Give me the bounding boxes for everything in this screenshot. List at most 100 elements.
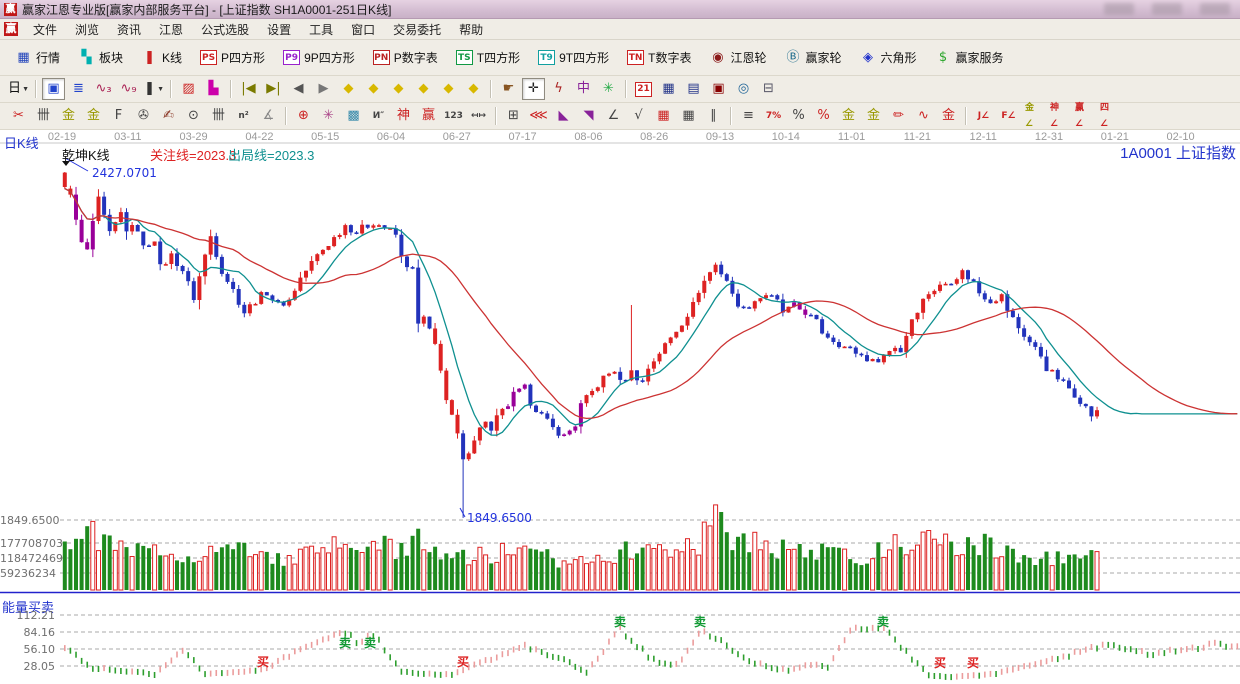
- window-controls-blurred[interactable]: [1104, 3, 1230, 15]
- p-square-button[interactable]: PSP四方形: [192, 46, 273, 69]
- t-number-table-button[interactable]: TNT数字表: [619, 46, 699, 69]
- overview-icon[interactable]: ▣: [42, 78, 65, 100]
- hexagon-button[interactable]: ◈六角形: [852, 46, 925, 69]
- gann-ruler-tool[interactable]: 卌: [32, 105, 55, 127]
- shift-left-button[interactable]: ◆: [337, 78, 360, 100]
- shen-ruler-tool[interactable]: 神: [392, 105, 415, 127]
- print-button[interactable]: ⊟: [757, 78, 780, 100]
- volume-profile-icon[interactable]: ▙: [202, 78, 225, 100]
- goto-first-button[interactable]: |◀: [237, 78, 260, 100]
- period-day-dropdown-caret-icon[interactable]: ▼: [22, 86, 29, 93]
- black-grid-tool[interactable]: ▦: [677, 105, 700, 127]
- p-number-table-button[interactable]: PNP数字表: [365, 46, 446, 69]
- price-ladder-tool[interactable]: ≡: [737, 105, 760, 127]
- shift-right-button[interactable]: ◆: [362, 78, 385, 100]
- spider-web-tool[interactable]: ✳: [317, 105, 340, 127]
- wave-band-tool[interactable]: ∿: [912, 105, 935, 127]
- menu-设置[interactable]: 设置: [258, 19, 300, 40]
- save-button[interactable]: ▣: [707, 78, 730, 100]
- overlay-dropdown-arrow-icon[interactable]: [62, 161, 70, 166]
- notes-button[interactable]: ▤: [682, 78, 705, 100]
- calculator-button[interactable]: ▦: [657, 78, 680, 100]
- kline-button[interactable]: ❚K线: [133, 46, 190, 69]
- percent-retrace-tool[interactable]: 7%: [762, 105, 785, 127]
- price-mark-tool[interactable]: И″: [367, 105, 390, 127]
- percent-line-tool[interactable]: %: [812, 105, 835, 127]
- square-web-tool[interactable]: ▩: [342, 105, 365, 127]
- trend-angle-tool[interactable]: ∠: [602, 105, 625, 127]
- time-cycle-tool[interactable]: ⊙: [182, 105, 205, 127]
- 9t-square-button[interactable]: T99T四方形: [530, 46, 617, 69]
- knife-tool[interactable]: ✂: [7, 105, 30, 127]
- wave-3-icon[interactable]: ∿₃: [92, 78, 115, 100]
- fan-purple-tool[interactable]: ◣: [552, 105, 575, 127]
- next-bar-button[interactable]: ▶: [312, 78, 335, 100]
- check-line-tool[interactable]: √: [627, 105, 650, 127]
- candle-style-dropdown[interactable]: ❚▼: [142, 78, 165, 100]
- maximize-button[interactable]: [1152, 3, 1182, 15]
- expand-button[interactable]: ◆: [437, 78, 460, 100]
- spiral-tool[interactable]: ✇: [132, 105, 155, 127]
- number-grid-tool[interactable]: 123: [442, 105, 465, 127]
- ray-fan-tool[interactable]: ⋘: [527, 105, 550, 127]
- gold-channel-tool[interactable]: 金: [937, 105, 960, 127]
- width-measure-tool[interactable]: ↤↦: [467, 105, 490, 127]
- menu-公式选股[interactable]: 公式选股: [192, 19, 258, 40]
- 9p-square-button[interactable]: P99P四方形: [275, 46, 363, 69]
- t-square-button[interactable]: TST四方形: [448, 46, 528, 69]
- gold-circle-tool[interactable]: 金: [837, 105, 860, 127]
- gold-ruler-tool[interactable]: 金: [57, 105, 80, 127]
- goto-last-button[interactable]: ▶|: [262, 78, 285, 100]
- ruler-pencil-tool[interactable]: ✍: [157, 105, 180, 127]
- angle-f-tool[interactable]: F∠: [997, 105, 1020, 127]
- chart-canvas[interactable]: [0, 130, 1240, 684]
- wave-9-icon[interactable]: ∿₉: [117, 78, 140, 100]
- mirror-angle-tool[interactable]: ∡: [257, 105, 280, 127]
- minimize-button[interactable]: [1104, 3, 1134, 15]
- menu-帮助[interactable]: 帮助: [450, 19, 492, 40]
- pan-hand-tool[interactable]: ☛: [497, 78, 520, 100]
- chart-area[interactable]: 02-1903-1103-2904-2205-1506-0406-2707-17…: [0, 130, 1240, 684]
- winner-wheel-button[interactable]: Ⓑ赢家轮: [776, 46, 849, 69]
- menu-文件[interactable]: 文件: [24, 19, 66, 40]
- angle-four-tool[interactable]: 四∠: [1097, 105, 1120, 127]
- parallel-line-tool[interactable]: ∥: [702, 105, 725, 127]
- menu-窗口[interactable]: 窗口: [342, 19, 384, 40]
- fan-box-tool[interactable]: ◥: [577, 105, 600, 127]
- red-grid-tool[interactable]: ▦: [652, 105, 675, 127]
- fractal-tool[interactable]: ✳: [597, 78, 620, 100]
- winner-service-button[interactable]: $赢家服务: [927, 46, 1012, 69]
- menu-资讯[interactable]: 资讯: [108, 19, 150, 40]
- ying-ruler-tool[interactable]: 赢: [417, 105, 440, 127]
- target-circle-tool[interactable]: ⊕: [292, 105, 315, 127]
- quotes-button[interactable]: ▦行情: [7, 46, 68, 69]
- export-web-button[interactable]: ◎: [732, 78, 755, 100]
- prev-bar-button[interactable]: ◀: [287, 78, 310, 100]
- n-square-tool[interactable]: n²: [232, 105, 255, 127]
- angle-gold-tool[interactable]: 金∠: [1022, 105, 1045, 127]
- angle-j-tool[interactable]: J∠: [972, 105, 995, 127]
- close-button[interactable]: [1200, 3, 1230, 15]
- menu-江恩[interactable]: 江恩: [150, 19, 192, 40]
- pattern-icon[interactable]: ▨: [177, 78, 200, 100]
- title-bar[interactable]: 赢 赢家江恩专业版[赢家内部服务平台] - [上证指数 SH1A0001-251…: [0, 0, 1240, 19]
- polyline-tool[interactable]: ϟ: [547, 78, 570, 100]
- percent-tool[interactable]: %: [787, 105, 810, 127]
- menu-工具[interactable]: 工具: [300, 19, 342, 40]
- angle-ying-tool[interactable]: 赢∠: [1072, 105, 1095, 127]
- menu-交易委托[interactable]: 交易委托: [384, 19, 450, 40]
- menu-浏览[interactable]: 浏览: [66, 19, 108, 40]
- compress-button[interactable]: ◆: [412, 78, 435, 100]
- gold-line-tool[interactable]: 金: [862, 105, 885, 127]
- h-range-button[interactable]: ◆: [387, 78, 410, 100]
- f-ruler-tool[interactable]: F: [107, 105, 130, 127]
- crosshair-tool[interactable]: ✛: [522, 78, 545, 100]
- gold-ruler2-tool[interactable]: 金: [82, 105, 105, 127]
- period-day-dropdown[interactable]: 日▼: [7, 78, 30, 100]
- box-measure-tool[interactable]: ⊞: [502, 105, 525, 127]
- brush-tool[interactable]: ✏: [887, 105, 910, 127]
- reset-zoom-button[interactable]: ◆: [462, 78, 485, 100]
- tick-ruler-tool[interactable]: 卌: [207, 105, 230, 127]
- info-doc-icon[interactable]: ≣: [67, 78, 90, 100]
- candle-style-dropdown-caret-icon[interactable]: ▼: [157, 86, 164, 93]
